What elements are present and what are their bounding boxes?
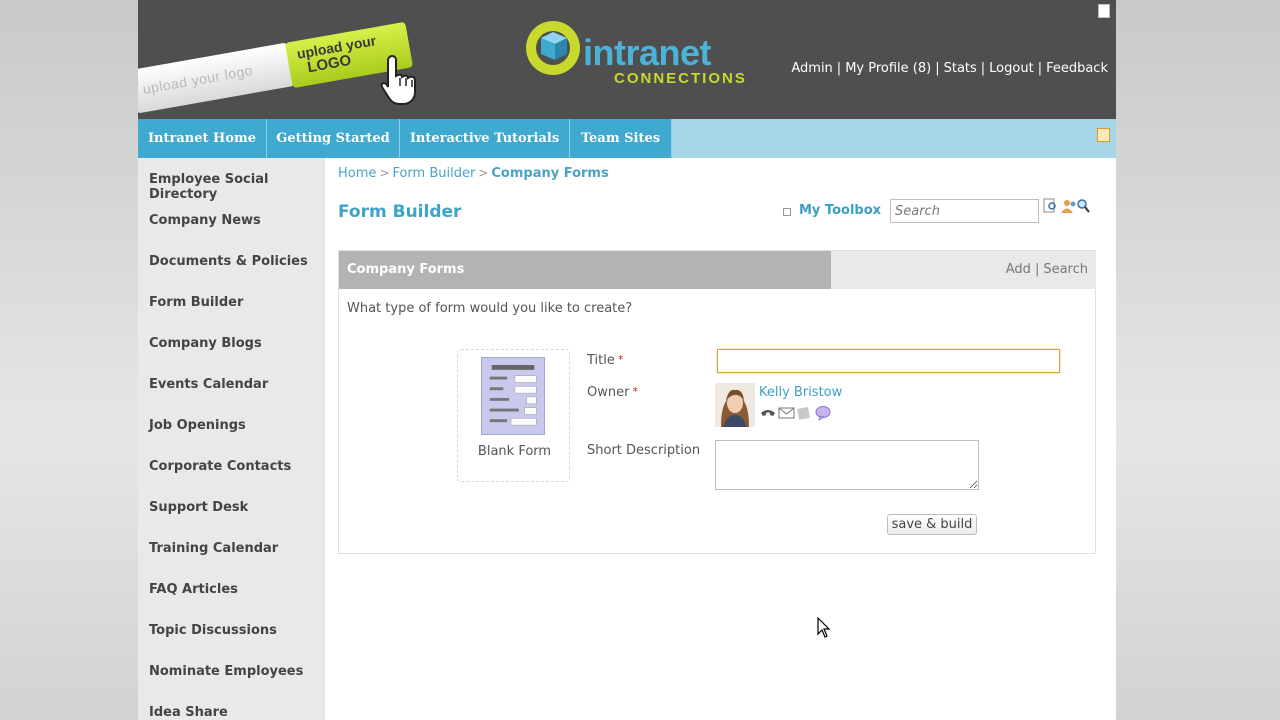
breadcrumb-separator: > [379,166,390,180]
tab-getting-started[interactable]: Getting Started [267,119,400,158]
cube-logo-icon [526,21,580,75]
chat-icon[interactable] [815,406,831,418]
link-separator: | [1037,61,1043,76]
action-separator: | [1034,262,1040,277]
breadcrumb-company-forms[interactable]: Company Forms [491,166,608,181]
upload-logo-placeholder: upload your logo [138,42,295,114]
search-link[interactable]: Search [1043,262,1088,277]
breadcrumb-home[interactable]: Home [338,166,376,181]
search-options-icons[interactable] [1043,197,1091,215]
sidebar: Employee Social Directory Company News D… [138,158,325,720]
blank-form-icon [481,357,545,435]
page-title: Form Builder [338,202,462,222]
breadcrumb-separator: > [478,166,489,180]
search-input[interactable] [890,199,1039,223]
feedback-link[interactable]: Feedback [1046,61,1108,76]
title-input[interactable] [717,349,1060,373]
breadcrumb-form-builder[interactable]: Form Builder [392,166,475,181]
sidebar-item-company-blogs[interactable]: Company Blogs [149,336,262,351]
vcard-icon[interactable] [797,407,810,420]
owner-avatar[interactable] [715,383,755,427]
brand-intranet-text: intranet [583,32,712,73]
my-profile-link[interactable]: My Profile (8) [845,61,931,76]
phone-icon[interactable] [761,410,775,416]
breadcrumb: Home > Form Builder > Company Forms [338,166,609,181]
mouse-cursor-icon [817,617,831,638]
site-header: upload your logo upload your LOGO intran… [138,0,1116,119]
sidebar-item-events-calendar[interactable]: Events Calendar [149,377,268,392]
form-type-question: What type of form would you like to crea… [347,301,633,316]
save-build-button[interactable]: save & build [887,514,977,535]
panel-title: Company Forms [339,251,831,289]
link-separator: | [836,61,842,76]
owner-label: Owner * [587,385,638,400]
tab-interactive-tutorials[interactable]: Interactive Tutorials [400,119,570,158]
sidebar-item-employee-social-directory[interactable]: Employee Social Directory [149,172,325,202]
panel-header-actions: Add | Search [831,251,1096,289]
short-description-textarea[interactable] [715,440,979,490]
company-forms-panel: Company Forms Add | Search What type of fo… [338,250,1096,554]
sidebar-item-training-calendar[interactable]: Training Calendar [149,541,278,556]
intranet-app: upload your logo upload your LOGO intran… [138,0,1116,720]
short-description-label: Short Description [587,443,701,458]
link-separator: | [980,61,986,76]
blank-form-label: Blank Form [477,444,552,459]
sidebar-item-job-openings[interactable]: Job Openings [149,418,246,433]
my-toolbox-link[interactable]: My Toolbox [799,203,881,218]
tab-team-sites[interactable]: Team Sites [570,119,672,158]
document-search-icon[interactable] [1043,198,1056,213]
intranet-connections-logo[interactable]: intranet CONNECTIONS [523,18,763,98]
owner-label-text: Owner [587,385,630,400]
admin-link[interactable]: Admin [791,61,832,76]
sidebar-item-form-builder[interactable]: Form Builder [149,295,243,310]
title-label-text: Title [587,353,615,368]
sidebar-item-support-desk[interactable]: Support Desk [149,500,248,515]
title-label: Title * [587,353,623,368]
toolbox-checkbox-icon [783,208,791,216]
sidebar-item-faq-articles[interactable]: FAQ Articles [149,582,238,597]
magnifier-icon[interactable] [1077,199,1090,213]
sidebar-item-nominate-employees[interactable]: Nominate Employees [149,664,303,679]
stats-link[interactable]: Stats [944,61,977,76]
sidebar-item-documents-policies[interactable]: Documents & Policies [149,254,308,269]
required-marker: * [632,385,638,398]
hand-pointer-icon [380,54,416,105]
brand-connections-text: CONNECTIONS [614,70,747,87]
main-nav: Intranet Home Getting Started Interactiv… [138,119,1116,158]
panel-actions: Add | Search [1006,262,1088,277]
owner-contact-icons [761,406,831,421]
logout-link[interactable]: Logout [989,61,1034,76]
upload-logo-banner[interactable]: upload your logo upload your LOGO [138,18,433,118]
top-links: Admin | My Profile (8) | Stats | Logout | Feedba… [791,61,1108,76]
sidebar-item-idea-share[interactable]: Idea Share [149,705,228,720]
sidebar-item-company-news[interactable]: Company News [149,213,261,228]
link-separator: | [935,61,940,76]
required-marker: * [617,353,624,366]
add-link[interactable]: Add [1006,262,1031,277]
blank-form-template[interactable]: Blank Form [457,349,570,482]
owner-name-link[interactable]: Kelly Bristow [759,385,842,400]
sidebar-item-topic-discussions[interactable]: Topic Discussions [149,623,277,638]
people-search-icon[interactable] [1061,200,1076,213]
page-corner-icon[interactable] [1098,4,1110,18]
sidebar-item-corporate-contacts[interactable]: Corporate Contacts [149,459,291,474]
tab-intranet-home[interactable]: Intranet Home [138,119,267,158]
calendar-icon[interactable] [1097,128,1110,142]
